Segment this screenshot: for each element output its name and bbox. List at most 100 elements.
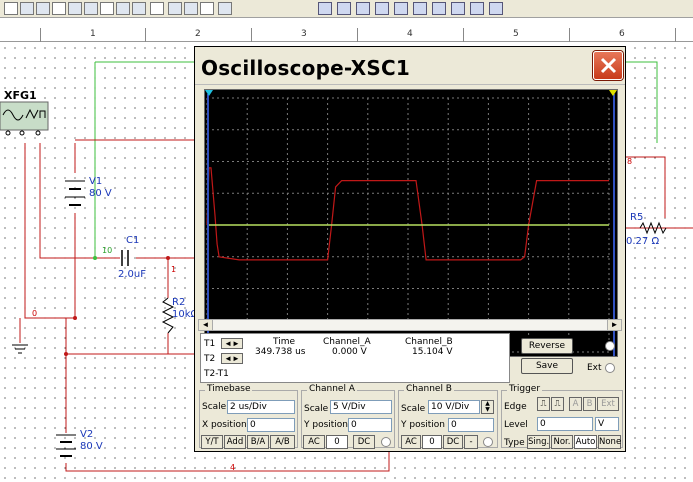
ruler-tick: [569, 28, 570, 42]
horizontal-scrollbar[interactable]: ◄ ►: [198, 319, 622, 331]
r2-name: R2: [172, 297, 186, 308]
channel-b-ypos-label: Y position: [401, 420, 446, 430]
ruler-number: 2: [195, 29, 201, 39]
instrument-icon[interactable]: [470, 2, 484, 15]
close-button[interactable]: [593, 51, 623, 80]
indicator-icon[interactable]: [132, 2, 146, 15]
trigger-level-field[interactable]: 0: [537, 417, 593, 431]
gnd-label: GND: [579, 341, 600, 351]
b-over-a-button[interactable]: B/A: [247, 435, 269, 449]
oscilloscope-title: Oscilloscope-XSC1: [201, 56, 410, 80]
instrument-icon[interactable]: [318, 2, 332, 15]
trigger-single-button[interactable]: Sing.: [527, 435, 550, 449]
save-button[interactable]: Save: [521, 358, 573, 374]
channel-b-minus-button[interactable]: -: [464, 435, 478, 449]
instrument-icon[interactable]: [375, 2, 389, 15]
close-icon: [600, 57, 617, 74]
v1-value: 80 V: [89, 188, 112, 199]
instrument-icon[interactable]: [413, 2, 427, 15]
trigger-title: Trigger: [507, 384, 543, 394]
t2-label: T2: [204, 354, 216, 364]
yt-button[interactable]: Y/T: [201, 435, 223, 449]
channel-b-dc-button[interactable]: DC: [443, 435, 463, 449]
channel-a-ac-button[interactable]: AC: [303, 435, 325, 449]
channel-b-ypos-field[interactable]: 0: [448, 418, 494, 432]
oscilloscope-screen[interactable]: [204, 89, 618, 357]
rising-edge-button[interactable]: ⎍: [537, 397, 550, 411]
ruler-tick: [145, 28, 146, 42]
ruler-number: 4: [407, 29, 413, 39]
channel-b-terminal[interactable]: [483, 437, 493, 447]
channel-a-scale-field[interactable]: 5 V/Div: [330, 400, 392, 414]
trigger-ext-button[interactable]: Ext: [597, 397, 619, 411]
cursor-t1-marker[interactable]: [205, 90, 213, 96]
channel-a-ypos-label: Y position: [304, 420, 349, 430]
mixed-icon[interactable]: [116, 2, 130, 15]
channel-b-scale-spinner[interactable]: ▲ ▼: [481, 400, 494, 414]
v1-name: V1: [89, 176, 103, 187]
electromech-icon[interactable]: [184, 2, 198, 15]
net-label-4: 4: [230, 463, 236, 472]
misc-icon[interactable]: [150, 2, 164, 15]
analog-icon[interactable]: [52, 2, 66, 15]
instrument-icon[interactable]: [394, 2, 408, 15]
trigger-level-unit[interactable]: V: [595, 417, 619, 431]
trigger-normal-button[interactable]: Nor.: [551, 435, 573, 449]
channel-a-ypos-field[interactable]: 0: [348, 418, 392, 432]
trigger-b-button[interactable]: B: [583, 397, 596, 411]
diode-icon[interactable]: [20, 2, 34, 15]
channel-a-zero-button[interactable]: 0: [326, 435, 348, 449]
cmos-icon[interactable]: [84, 2, 98, 15]
add-button[interactable]: Add: [224, 435, 246, 449]
msl-icon[interactable]: [200, 2, 214, 15]
channel-a-dc-button[interactable]: DC: [353, 435, 375, 449]
instrument-icon[interactable]: [432, 2, 446, 15]
c1-value: 2.0uF: [118, 269, 146, 280]
x-position-field[interactable]: 0: [247, 418, 295, 432]
ruler: 1 2 3 4 5 6: [0, 28, 693, 42]
timebase-scale-label: Scale: [202, 402, 227, 412]
channel-b-scale-label: Scale: [401, 404, 426, 414]
transistor-icon[interactable]: [36, 2, 50, 15]
misc-icon-2[interactable]: [218, 2, 232, 15]
net-label-0: 0: [32, 309, 38, 318]
channel-b-ac-button[interactable]: AC: [401, 435, 421, 449]
misc-digital-icon[interactable]: [100, 2, 114, 15]
channel-b-zero-button[interactable]: 0: [422, 435, 442, 449]
instrument-icon[interactable]: [337, 2, 351, 15]
instrument-icon[interactable]: [356, 2, 370, 15]
v2-value: 80 V: [80, 441, 103, 452]
c1-name: C1: [126, 235, 140, 246]
trigger-a-button[interactable]: A: [569, 397, 582, 411]
timebase-title: Timebase: [205, 384, 253, 394]
scroll-left-button[interactable]: ◄: [199, 320, 213, 330]
t1-cursor-arrows[interactable]: ◄►: [221, 338, 243, 349]
falling-edge-button[interactable]: ⎍: [551, 397, 564, 411]
t2-cursor-arrows[interactable]: ◄►: [221, 353, 243, 364]
t1-channel-a-value: 0.000 V: [332, 347, 367, 357]
rf-icon[interactable]: [168, 2, 182, 15]
gnd-terminal[interactable]: [605, 341, 615, 351]
trigger-auto-button[interactable]: Auto: [574, 435, 597, 449]
scroll-right-button[interactable]: ►: [607, 320, 621, 330]
r5-value: 0.27 Ω: [626, 236, 660, 247]
oscilloscope-window[interactable]: Oscilloscope-XSC1 ◄ ► Time Channel_A Cha…: [194, 46, 626, 452]
trigger-edge-label: Edge: [504, 402, 527, 412]
t2-t1-label: T2-T1: [204, 369, 229, 379]
ruler-tick: [463, 28, 464, 42]
cursor-t2-marker[interactable]: [609, 90, 617, 96]
channel-b-scale-field[interactable]: 10 V/Div: [428, 400, 480, 414]
channel-a-terminal[interactable]: [381, 437, 391, 447]
readout-header-channel-a: Channel_A: [323, 337, 371, 347]
timebase-scale-field[interactable]: 2 us/Div: [227, 400, 295, 414]
instrument-icon[interactable]: [489, 2, 503, 15]
a-over-b-button[interactable]: A/B: [270, 435, 295, 449]
wire-icon[interactable]: [4, 2, 18, 15]
ttl-icon[interactable]: [68, 2, 82, 15]
instrument-icon[interactable]: [451, 2, 465, 15]
trigger-none-button[interactable]: None: [598, 435, 621, 449]
ext-terminal[interactable]: [605, 363, 615, 373]
ruler-number: 3: [301, 29, 307, 39]
oscilloscope-titlebar[interactable]: Oscilloscope-XSC1: [195, 47, 625, 85]
reverse-button[interactable]: Reverse: [521, 338, 573, 354]
